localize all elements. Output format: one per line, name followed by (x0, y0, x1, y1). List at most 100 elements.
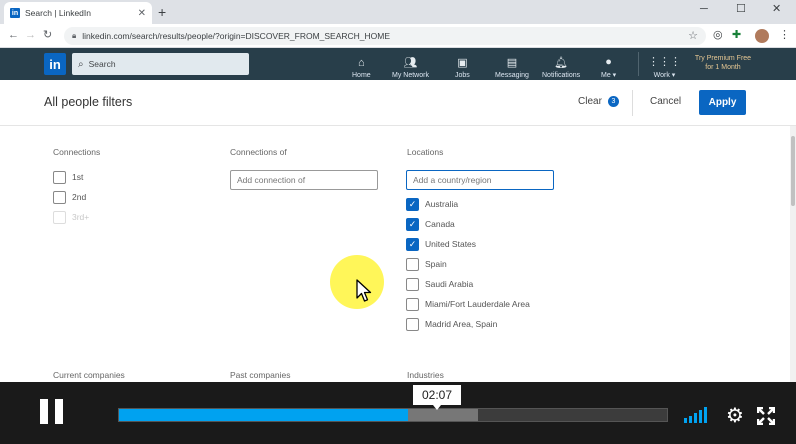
linkedin-logo-icon[interactable]: in (44, 53, 66, 75)
mouse-cursor-icon (356, 279, 372, 302)
nav-divider (638, 52, 639, 76)
search-input[interactable]: ⌕ Search (72, 53, 249, 75)
location-option[interactable]: ✓ United States (406, 237, 476, 251)
browser-tab[interactable]: in Search | LinkedIn ✕ (4, 2, 152, 24)
checkbox-icon[interactable] (406, 277, 419, 291)
filters-header: All people filters Clear 3 Cancel Apply (0, 80, 796, 126)
connections-of-input[interactable]: Add connection of (230, 170, 378, 190)
location-option[interactable]: ✓ Canada (406, 217, 455, 231)
bookmark-star-icon[interactable]: ☆ (688, 29, 698, 42)
try-premium-link[interactable]: Try Premium Free for 1 Month (688, 55, 758, 72)
video-player-controls: 02:07 ⚙ (0, 382, 796, 444)
checkbox-icon (53, 210, 66, 224)
linkedin-navbar: in ⌕ Search ⌂ Home 👥︎ My Network ▣ Jobs … (0, 48, 796, 80)
location-option[interactable]: Miami/Fort Lauderdale Area (406, 297, 530, 311)
network-icon: 👥︎ (403, 57, 418, 69)
option-label: Spain (425, 259, 447, 269)
back-icon[interactable]: ← (8, 28, 19, 42)
checkbox-checked-icon[interactable]: ✓ (406, 237, 419, 251)
locations-label: Locations (407, 147, 444, 157)
minimize-icon[interactable]: ─ (700, 2, 708, 16)
locations-input[interactable]: Add a country/region (406, 170, 554, 190)
checkbox-icon[interactable] (406, 317, 419, 331)
checkbox-checked-icon[interactable]: ✓ (406, 217, 419, 231)
search-icon: ⌕ (78, 58, 84, 70)
location-option[interactable]: ✓ Australia (406, 197, 458, 211)
header-divider (632, 90, 633, 116)
bell-icon: 🔔︎ (554, 57, 569, 69)
browser-tab-strip: in Search | LinkedIn ✕ + ─ ☐ ✕ (0, 0, 796, 24)
tab-close-icon[interactable]: ✕ (138, 8, 146, 19)
extension-puzzle-icon[interactable]: ✚ (732, 28, 741, 43)
option-label: United States (425, 239, 477, 249)
forward-icon[interactable]: → (25, 28, 36, 42)
cancel-button[interactable]: Cancel (650, 96, 681, 107)
grid-icon: ⋮⋮⋮ (648, 56, 681, 68)
nav-home[interactable]: ⌂ Home (352, 51, 371, 79)
nav-home-label: Home (352, 72, 371, 79)
option-label: Canada (425, 219, 455, 229)
screen: in Search | LinkedIn ✕ + ─ ☐ ✕ ← → ↻ 🔒︎ … (0, 0, 796, 444)
industries-label: Industries (407, 370, 444, 380)
current-companies-label: Current companies (53, 370, 125, 380)
browser-menu-icon[interactable]: ⋮ (779, 28, 790, 43)
clear-count-badge: 3 (607, 96, 619, 107)
nav-work[interactable]: ⋮⋮⋮ Work ▾ (648, 51, 681, 79)
extension-icon[interactable]: ◎ (713, 28, 723, 43)
page-scrollbar[interactable] (790, 126, 796, 382)
progress-played (119, 409, 409, 421)
search-placeholder: Search (88, 59, 116, 69)
checkbox-icon[interactable] (53, 170, 66, 184)
lock-icon: 🔒︎ (72, 31, 77, 40)
nav-notifications[interactable]: 🔔︎ Notifications (542, 51, 580, 79)
nav-my-network[interactable]: 👥︎ My Network (392, 51, 429, 79)
scrollbar-thumb[interactable] (791, 136, 795, 206)
connections-of-placeholder: Add connection of (237, 175, 306, 185)
checkbox-icon[interactable] (406, 297, 419, 311)
checkbox-icon[interactable] (406, 257, 419, 271)
connections-label: Connections (53, 147, 101, 157)
pause-icon[interactable] (40, 399, 64, 424)
apply-button[interactable]: Apply (699, 90, 746, 115)
checkbox-icon[interactable] (53, 190, 66, 204)
option-label: Saudi Arabia (425, 279, 474, 289)
location-option[interactable]: Saudi Arabia (406, 277, 473, 291)
page-title: All people filters (44, 95, 133, 109)
tab-title: Search | LinkedIn (25, 8, 91, 18)
past-companies-label: Past companies (230, 370, 291, 380)
settings-gear-icon[interactable]: ⚙ (726, 406, 744, 426)
connections-of-label: Connections of (230, 147, 287, 157)
url-text: linkedin.com/search/results/people/?orig… (82, 31, 391, 41)
nav-messaging[interactable]: ▤ Messaging (495, 51, 529, 79)
nav-me[interactable]: ● Me ▾ (601, 51, 616, 79)
clear-button[interactable]: Clear 3 (578, 96, 619, 107)
volume-icon[interactable] (684, 407, 712, 423)
window-close-icon[interactable]: ✕ (772, 2, 781, 16)
premium-line2: for 1 Month (705, 63, 741, 71)
time-tooltip: 02:07 (413, 385, 461, 410)
connection-option: 3rd+ (53, 210, 89, 224)
connection-option[interactable]: 2nd (53, 190, 86, 204)
option-label: Miami/Fort Lauderdale Area (425, 299, 530, 309)
connection-option[interactable]: 1st (53, 170, 83, 184)
progress-bar[interactable] (118, 408, 668, 422)
location-option[interactable]: Madrid Area, Spain (406, 317, 497, 331)
nav-messaging-label: Messaging (495, 72, 529, 79)
briefcase-icon: ▣ (457, 57, 468, 69)
address-bar[interactable]: 🔒︎ linkedin.com/search/results/people/?o… (64, 27, 706, 45)
new-tab-icon[interactable]: + (158, 4, 166, 20)
option-label: 1st (72, 172, 84, 182)
option-label: 3rd+ (72, 212, 90, 222)
premium-line1: Try Premium Free (694, 55, 752, 62)
locations-placeholder: Add a country/region (413, 175, 492, 185)
location-option[interactable]: Spain (406, 257, 447, 271)
maximize-icon[interactable]: ☐ (736, 2, 746, 16)
nav-jobs-label: Jobs (455, 72, 470, 79)
checkbox-checked-icon[interactable]: ✓ (406, 197, 419, 211)
nav-jobs[interactable]: ▣ Jobs (455, 51, 470, 79)
profile-avatar[interactable] (755, 29, 769, 43)
fullscreen-icon[interactable] (757, 407, 775, 425)
reload-icon[interactable]: ↻ (43, 28, 52, 42)
home-icon: ⌂ (358, 57, 365, 69)
nav-notifications-label: Notifications (542, 72, 581, 79)
